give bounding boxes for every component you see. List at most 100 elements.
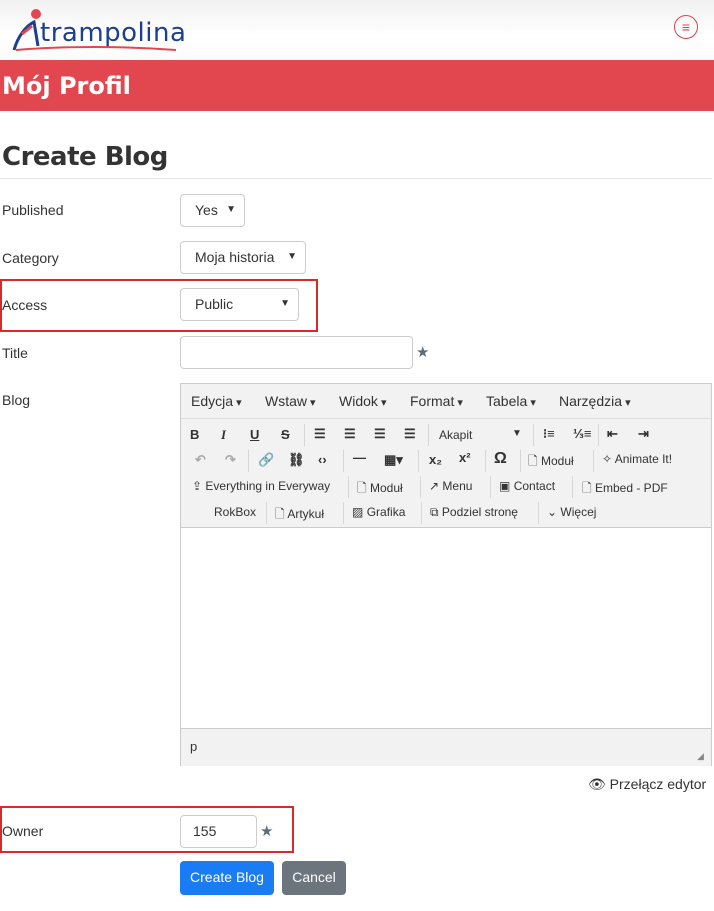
contact-label: Contact: [513, 479, 556, 493]
owner-input[interactable]: 155: [180, 815, 257, 848]
menu-format[interactable]: Format: [410, 393, 463, 409]
title-divider: [0, 178, 712, 179]
rokbox-button[interactable]: RokBox: [214, 505, 256, 519]
strikethrough-icon[interactable]: S: [281, 427, 290, 442]
menu-tabela[interactable]: Tabela: [486, 393, 536, 409]
animate-button[interactable]: ✧ Animate It!: [602, 452, 672, 466]
contact-book-icon: ▣: [499, 479, 511, 493]
align-right-icon[interactable]: ☰: [374, 426, 386, 442]
special-char-icon[interactable]: Ω: [494, 450, 507, 468]
published-value: Yes: [195, 202, 218, 218]
access-label: Access: [2, 297, 48, 313]
embed-pdf-button[interactable]: 🗋 Embed - PDF: [582, 479, 668, 500]
align-justify-icon[interactable]: ☰: [404, 426, 416, 442]
bold-icon[interactable]: B: [190, 427, 199, 442]
blog-label: Blog: [2, 392, 31, 408]
chevron-down-icon: ▼: [512, 428, 522, 439]
contact-button[interactable]: ▣ Contact: [499, 479, 555, 493]
chevron-down-icon: ▼: [226, 204, 236, 215]
menu-narzedzia[interactable]: Narzędzia: [559, 393, 631, 409]
toolbar-separator: [418, 450, 419, 472]
element-path[interactable]: p: [190, 739, 197, 754]
hamburger-menu-button[interactable]: ≡: [674, 15, 698, 39]
more-button[interactable]: ⌄ Więcej: [547, 505, 596, 519]
create-blog-button[interactable]: Create Blog: [180, 861, 274, 895]
toolbar-separator: [538, 502, 539, 524]
italic-icon[interactable]: I: [221, 427, 226, 443]
superscript-icon[interactable]: x²: [459, 450, 471, 465]
menu-label: Menu: [442, 479, 473, 493]
editor-statusbar: [181, 728, 711, 766]
title-input[interactable]: [180, 336, 413, 369]
logo-text[interactable]: trampolina: [40, 18, 186, 48]
toolbar-separator: [428, 424, 429, 446]
subscript-icon[interactable]: x₂: [429, 452, 442, 467]
redo-icon[interactable]: ↷: [225, 452, 236, 468]
everything-button[interactable]: ⇪ Everything in Everyway: [192, 479, 330, 493]
resize-handle-icon[interactable]: ◢: [697, 751, 704, 762]
undo-icon[interactable]: ↶: [195, 452, 206, 468]
toolbar-separator: [598, 424, 599, 446]
image-button[interactable]: ▨ Grafika: [352, 505, 405, 519]
link-icon[interactable]: 🔗: [258, 452, 274, 468]
published-select[interactable]: Yes ▼: [180, 194, 245, 227]
chevron-down-icon: ⌄: [547, 505, 558, 519]
code-icon[interactable]: ‹›: [318, 452, 327, 467]
logo-swoosh-icon: [15, 46, 177, 51]
format-select[interactable]: Akapit: [439, 428, 472, 442]
document-add-icon: 🗋: [275, 507, 285, 521]
horizontal-rule-icon[interactable]: —: [353, 450, 366, 465]
toolbar-separator: [421, 502, 422, 524]
toolbar-separator: [520, 450, 521, 472]
toolbar-separator: [485, 450, 486, 472]
article-button[interactable]: 🗋 Artykuł: [275, 505, 324, 526]
owner-label: Owner: [2, 823, 44, 839]
page-break-button[interactable]: ⧉ Podziel stronę: [430, 505, 518, 520]
module-label: Moduł: [541, 454, 574, 468]
module-icon: 🗋: [528, 454, 538, 468]
toggle-editor-link[interactable]: 👁 Przełącz edytor: [588, 776, 706, 793]
bullet-list-icon[interactable]: ⁝≡: [543, 426, 555, 442]
eye-icon: 👁: [588, 776, 606, 792]
toolbar-separator: [266, 502, 267, 524]
required-star-icon: ★: [416, 344, 430, 361]
access-value: Public: [195, 296, 234, 312]
align-center-icon[interactable]: ☰: [344, 426, 356, 442]
upload-icon: ⇪: [192, 479, 203, 493]
copy-icon: ⧉: [430, 505, 439, 519]
toolbar-separator: [348, 476, 349, 498]
menu-button[interactable]: ↗ Menu: [429, 479, 472, 493]
required-star-icon: ★: [260, 823, 274, 840]
toggle-editor-label: Przełącz edytor: [609, 776, 707, 792]
menu-widok[interactable]: Widok: [339, 393, 386, 409]
menu-edycja[interactable]: Edycja: [191, 393, 242, 409]
animate-label: Animate It!: [614, 452, 673, 466]
more-label: Więcej: [560, 505, 597, 519]
category-select[interactable]: Moja historia ▼: [180, 241, 306, 274]
module-button[interactable]: 🗋 Moduł: [528, 452, 574, 473]
banner-title: Mój Profil: [2, 72, 131, 100]
indent-icon[interactable]: ⇥: [638, 426, 649, 442]
image-label: Grafika: [366, 505, 406, 519]
magic-wand-icon: ✧: [602, 452, 613, 466]
toolbar-separator: [533, 424, 534, 446]
toolbar-separator: [593, 450, 594, 472]
editor-content-area[interactable]: [181, 528, 711, 727]
outdent-icon[interactable]: ⇤: [607, 426, 618, 442]
embed-label: Embed - PDF: [595, 481, 668, 495]
toolbar-separator: [490, 476, 491, 498]
toolbar-separator: [248, 450, 249, 472]
table-icon[interactable]: ▦▾: [384, 452, 403, 468]
unlink-icon[interactable]: ⛓: [288, 452, 305, 468]
numbered-list-icon[interactable]: ⅓≡: [573, 426, 591, 441]
access-select[interactable]: Public ▼: [180, 288, 299, 321]
cancel-button[interactable]: Cancel: [282, 861, 346, 895]
image-icon: ▨: [352, 505, 364, 519]
menu-wstaw[interactable]: Wstaw: [265, 393, 316, 409]
title-label: Title: [2, 345, 28, 361]
toolbar-separator: [343, 450, 344, 472]
category-label: Category: [2, 250, 59, 266]
module2-button[interactable]: 🗋 Moduł: [357, 479, 403, 500]
align-left-icon[interactable]: ☰: [314, 426, 326, 442]
underline-icon[interactable]: U: [250, 427, 259, 442]
